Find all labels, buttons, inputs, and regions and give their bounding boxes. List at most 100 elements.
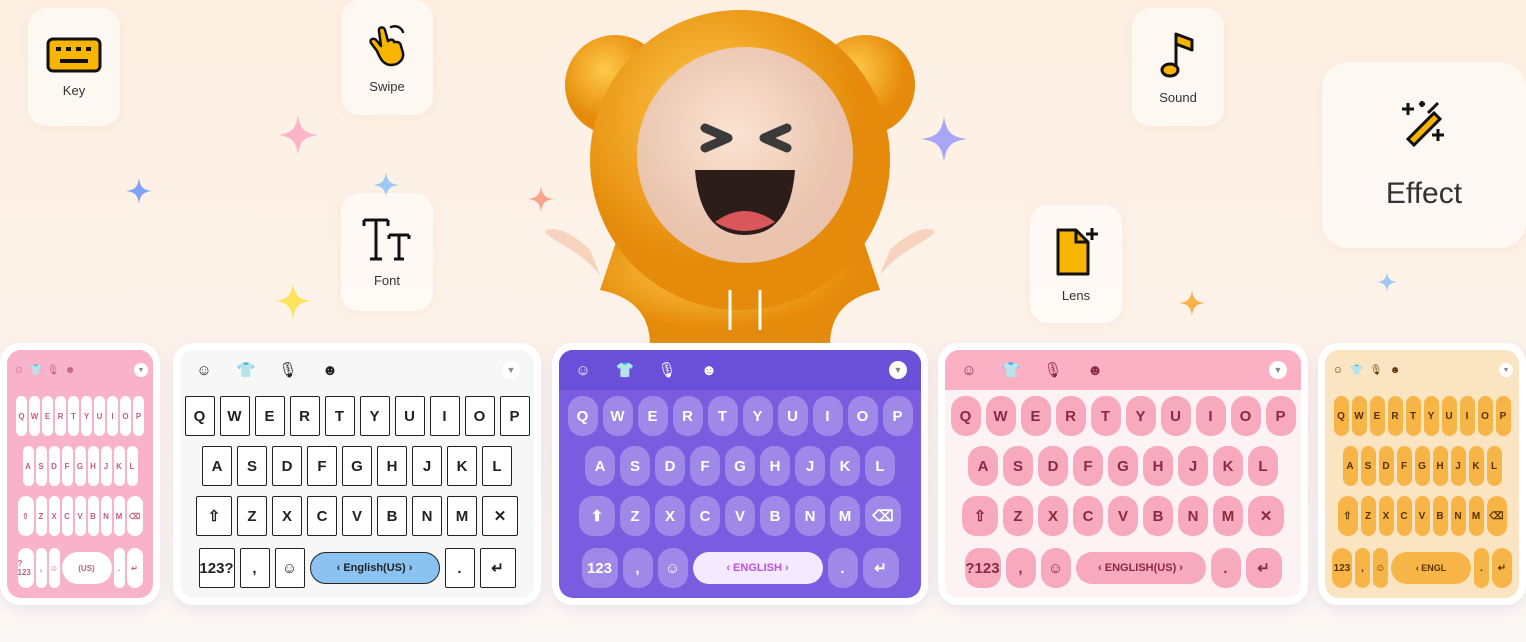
- key-j[interactable]: J: [795, 446, 825, 486]
- key-f[interactable]: F: [307, 446, 337, 486]
- feature-card-font[interactable]: Font: [341, 193, 433, 311]
- key-e[interactable]: E: [42, 396, 53, 436]
- key-c[interactable]: C: [61, 496, 73, 536]
- key-r[interactable]: R: [55, 396, 66, 436]
- key-b[interactable]: B: [1432, 496, 1448, 536]
- shift-key[interactable]: ⬆: [579, 496, 615, 536]
- key-j[interactable]: J: [412, 446, 442, 486]
- key-d[interactable]: D: [272, 446, 302, 486]
- key-f[interactable]: F: [1073, 446, 1103, 486]
- key-a[interactable]: A: [585, 446, 615, 486]
- key-k[interactable]: K: [1468, 446, 1484, 486]
- key-y[interactable]: Y: [1423, 396, 1439, 436]
- key-g[interactable]: G: [74, 446, 86, 486]
- emoji-key[interactable]: ☺: [1373, 548, 1388, 588]
- key-w[interactable]: W: [985, 396, 1016, 436]
- key-p[interactable]: P: [1495, 396, 1511, 436]
- keyboard-theme-pink-cat[interactable]: ☺ 👕 🎙 ☻ ▼ Q W E R T Y U I O P A S D F G H J K L ⇧ Z X C V B N M ✕ ?123, ☺ ‹…: [938, 343, 1308, 605]
- key-m[interactable]: M: [447, 496, 477, 536]
- key-l[interactable]: L: [482, 446, 512, 486]
- feature-card-lens[interactable]: Lens: [1030, 205, 1122, 323]
- delete-key[interactable]: ⌫: [126, 496, 143, 536]
- theme-shirt-icon[interactable]: 👕: [615, 360, 635, 380]
- key-c[interactable]: C: [690, 496, 720, 536]
- emoji-icon[interactable]: ☻: [1388, 363, 1402, 377]
- microphone-icon[interactable]: 🎙: [1043, 360, 1063, 380]
- key-d[interactable]: D: [1038, 446, 1068, 486]
- dropdown-chevron-icon[interactable]: ▼: [1269, 361, 1287, 379]
- space-bar-language[interactable]: ‹ ENGLISH(US) ›: [1075, 552, 1206, 584]
- key-j[interactable]: J: [1450, 446, 1466, 486]
- enter-key[interactable]: ↵: [1245, 548, 1282, 588]
- key-v[interactable]: V: [1414, 496, 1430, 536]
- key-t[interactable]: T: [1405, 396, 1421, 436]
- sticker-icon[interactable]: ☺: [573, 360, 593, 380]
- key-h[interactable]: H: [1432, 446, 1448, 486]
- numbers-key[interactable]: 123: [1332, 548, 1352, 588]
- numbers-key[interactable]: ?123: [964, 548, 1001, 588]
- microphone-icon[interactable]: 🎙: [278, 360, 298, 380]
- numbers-key[interactable]: ?123: [17, 548, 34, 588]
- key-o[interactable]: O: [847, 396, 878, 436]
- key-t[interactable]: T: [707, 396, 738, 436]
- key-x[interactable]: X: [655, 496, 685, 536]
- key-p[interactable]: P: [1265, 396, 1296, 436]
- key-r[interactable]: R: [672, 396, 703, 436]
- key-a[interactable]: A: [1342, 446, 1358, 486]
- key-z[interactable]: Z: [237, 496, 267, 536]
- key-y[interactable]: Y: [359, 396, 390, 436]
- key-c[interactable]: C: [1073, 496, 1103, 536]
- key-l[interactable]: L: [865, 446, 895, 486]
- key-k[interactable]: K: [830, 446, 860, 486]
- period-key[interactable]: .: [827, 548, 858, 588]
- sticker-icon[interactable]: ☺: [1331, 363, 1345, 377]
- key-u[interactable]: U: [394, 396, 425, 436]
- key-v[interactable]: V: [342, 496, 372, 536]
- key-e[interactable]: E: [1369, 396, 1385, 436]
- key-s[interactable]: S: [620, 446, 650, 486]
- key-i[interactable]: I: [107, 396, 118, 436]
- emoji-key[interactable]: ☺: [1040, 548, 1071, 588]
- key-h[interactable]: H: [760, 446, 790, 486]
- delete-key[interactable]: ✕: [482, 496, 518, 536]
- key-q[interactable]: Q: [950, 396, 981, 436]
- key-l[interactable]: L: [1486, 446, 1502, 486]
- key-h[interactable]: H: [1143, 446, 1173, 486]
- key-n[interactable]: N: [100, 496, 112, 536]
- keyboard-theme-pink-bunny[interactable]: ☺ 👕 🎙 ☻ ▼ Q W E R T Y U I O P A S D F G H J K L ⇧ Z X C V B N M ⌫ ?123, ☺(…: [0, 343, 160, 605]
- key-x[interactable]: X: [1378, 496, 1394, 536]
- key-y[interactable]: Y: [81, 396, 92, 436]
- key-c[interactable]: C: [307, 496, 337, 536]
- key-g[interactable]: G: [1108, 446, 1138, 486]
- comma-key[interactable]: ,: [1005, 548, 1036, 588]
- microphone-icon[interactable]: 🎙: [657, 360, 677, 380]
- key-j[interactable]: J: [100, 446, 112, 486]
- key-z[interactable]: Z: [35, 496, 47, 536]
- emoji-key[interactable]: ☺: [274, 548, 305, 588]
- key-i[interactable]: I: [812, 396, 843, 436]
- key-f[interactable]: F: [1396, 446, 1412, 486]
- key-c[interactable]: C: [1396, 496, 1412, 536]
- key-k[interactable]: K: [447, 446, 477, 486]
- key-i[interactable]: I: [1459, 396, 1475, 436]
- key-l[interactable]: L: [1248, 446, 1278, 486]
- key-s[interactable]: S: [237, 446, 267, 486]
- key-p[interactable]: P: [499, 396, 530, 436]
- key-z[interactable]: Z: [1360, 496, 1376, 536]
- shift-key[interactable]: ⇧: [17, 496, 34, 536]
- comma-key[interactable]: ,: [35, 548, 47, 588]
- key-m[interactable]: M: [1213, 496, 1243, 536]
- key-k[interactable]: K: [113, 446, 125, 486]
- sticker-icon[interactable]: ☺: [194, 360, 214, 380]
- emoji-icon[interactable]: ☻: [699, 360, 719, 380]
- key-q[interactable]: Q: [184, 396, 215, 436]
- comma-key[interactable]: ,: [1355, 548, 1370, 588]
- key-o[interactable]: O: [464, 396, 495, 436]
- enter-key[interactable]: ↵: [479, 548, 516, 588]
- sticker-icon[interactable]: ☺: [12, 363, 26, 377]
- key-f[interactable]: F: [690, 446, 720, 486]
- period-key[interactable]: .: [1474, 548, 1489, 588]
- period-key[interactable]: .: [1210, 548, 1241, 588]
- enter-key[interactable]: ↵: [1492, 548, 1512, 588]
- numbers-key[interactable]: 123?: [198, 548, 235, 588]
